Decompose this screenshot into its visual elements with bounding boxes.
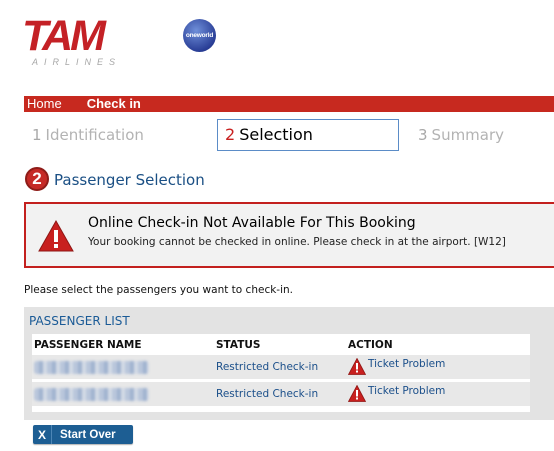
passenger-status-link[interactable]: Restricted Check-in <box>216 360 318 374</box>
alert-title: Online Check-in Not Available For This B… <box>88 215 416 231</box>
start-over-button[interactable]: X Start Over <box>33 425 133 444</box>
close-icon: X <box>33 425 52 444</box>
warning-icon <box>348 385 366 402</box>
step-identification: 1 Identification <box>32 124 144 146</box>
passenger-name-redacted <box>34 361 149 374</box>
logo-word: TAM <box>22 12 106 60</box>
passenger-name-redacted <box>34 388 149 401</box>
column-header-passenger-name: PASSENGER NAME <box>34 339 142 351</box>
step-number: 3 <box>418 126 428 144</box>
table-row: Restricted Check-in Ticket Problem <box>32 382 530 406</box>
passenger-table: PASSENGER NAME STATUS ACTION Restricted … <box>32 334 530 412</box>
passenger-status-link[interactable]: Restricted Check-in <box>216 387 318 401</box>
step-number: 2 <box>225 125 236 144</box>
nav-checkin-link[interactable]: Check in <box>87 96 141 112</box>
step-number: 1 <box>32 126 42 144</box>
section-title: Passenger Selection <box>54 171 205 189</box>
start-over-label: Start Over <box>60 428 116 441</box>
passenger-list-title: PASSENGER LIST <box>29 314 130 328</box>
oneworld-label: oneworld <box>185 32 214 39</box>
table-row: Restricted Check-in Ticket Problem <box>32 355 530 379</box>
warning-icon <box>348 358 366 375</box>
column-header-status: STATUS <box>216 339 261 351</box>
selection-instruction: Please select the passengers you want to… <box>24 284 294 296</box>
section-number-badge: 2 <box>25 167 49 191</box>
main-nav: Home Check in <box>24 96 554 112</box>
step-label: Selection <box>239 125 313 144</box>
logo-subtitle: AIRLINES <box>32 57 122 67</box>
nav-home-link[interactable]: Home <box>27 96 62 112</box>
ticket-problem-link[interactable]: Ticket Problem <box>368 357 445 371</box>
warning-icon <box>38 220 74 252</box>
alert-message: Your booking cannot be checked in online… <box>88 236 506 248</box>
step-selection: 2 Selection <box>217 119 399 151</box>
step-label: Summary <box>431 126 505 144</box>
column-header-action: ACTION <box>348 339 393 351</box>
oneworld-logo: oneworld <box>183 19 216 52</box>
step-summary: 3 Summary <box>418 124 504 146</box>
tam-logo[interactable]: TAM AIRLINES <box>22 14 144 70</box>
checkin-unavailable-alert: Online Check-in Not Available For This B… <box>24 202 554 268</box>
passenger-list: PASSENGER LIST PASSENGER NAME STATUS ACT… <box>24 307 554 420</box>
ticket-problem-link[interactable]: Ticket Problem <box>368 384 445 398</box>
step-label: Identification <box>45 126 144 144</box>
